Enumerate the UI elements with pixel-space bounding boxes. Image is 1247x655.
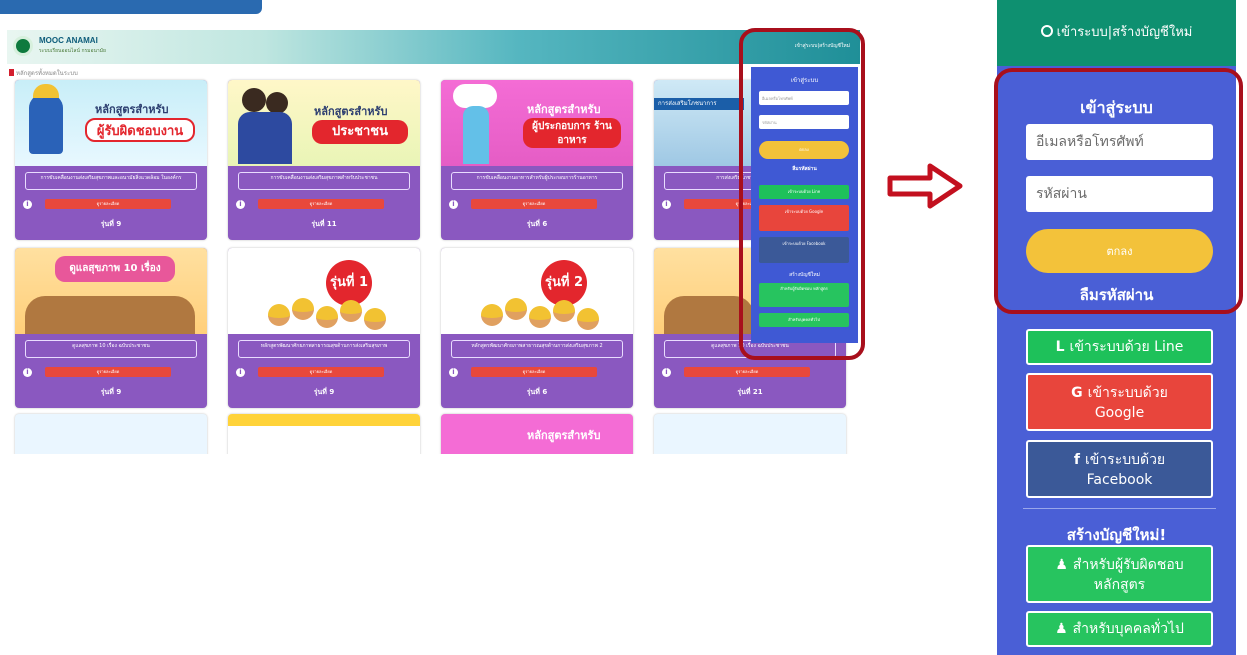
user-circle-icon (1040, 25, 1053, 37)
course-batch: รุ่นที่ 9 (100, 220, 122, 228)
info-icon[interactable]: i (662, 368, 671, 377)
info-icon[interactable]: i (449, 368, 458, 377)
course-card[interactable]: รุ่นที่ 1 หลักสูตรพัฒนาศักยภาพสาธารณสุขด… (228, 248, 420, 408)
divider (1023, 508, 1216, 509)
course-detail-button[interactable]: ดูรายละเอียด (45, 199, 171, 209)
info-icon[interactable]: i (236, 368, 245, 377)
course-image: หลักสูตรสำหรับ ผู้ประกอบการ ร้านอาหาร (441, 80, 633, 166)
course-batch: รุ่นที่ 21 (737, 388, 763, 396)
course-batch: รุ่นที่ 6 (526, 220, 548, 228)
course-detail-button[interactable]: ดูรายละเอียด (684, 367, 810, 377)
facebook-icon: f (1073, 452, 1080, 468)
person-illustration (266, 92, 288, 114)
chef-illustration (463, 106, 489, 164)
user-icon: ♟ (1055, 557, 1068, 573)
course-batch: รุ่นที่ 11 (311, 220, 337, 228)
course-card[interactable]: หลักสูตรสำหรับ ผู้รับผิดชอบงาน การขับเคล… (15, 80, 207, 240)
google-login-button[interactable]: G เข้าระบบด้วย Google (1026, 373, 1213, 431)
course-batch: รุ่นที่ 6 (526, 388, 548, 396)
facebook-login-button[interactable]: f เข้าระบบด้วย Facebook (1026, 440, 1213, 498)
info-icon[interactable]: i (236, 200, 245, 209)
person-illustration (242, 88, 266, 112)
create-account-heading: สร้างบัญชีใหม่! (1066, 526, 1167, 544)
course-title: การขับเคลื่อนงานส่งเสริมสุขภาพและอนามัยส… (25, 172, 197, 190)
line-login-button[interactable]: L เข้าระบบด้วย Line (1026, 329, 1213, 365)
worker-illustration (29, 94, 63, 154)
course-card[interactable]: รุ่นที่ 2 หลักสูตรพัฒนาศักยภาพสาธารณสุขด… (441, 248, 633, 408)
highlight-frame-large (994, 68, 1243, 314)
course-title: การขับเคลื่อนงานส่งเสริมสุขภาพสำหรับประช… (238, 172, 410, 190)
user-icon: ♟ (1055, 621, 1068, 637)
site-logo[interactable] (13, 36, 33, 56)
course-detail-button[interactable]: ดูรายละเอียด (258, 199, 384, 209)
course-title: หลักสูตรพัฒนาศักยภาพสาธารณสุขด้านการส่งเ… (238, 340, 410, 358)
course-batch: รุ่นที่ 9 (313, 388, 335, 396)
people-illustration (25, 296, 195, 334)
course-image: รุ่นที่ 1 (228, 248, 420, 334)
site-brand-subtitle: ระบบเรียนออนไลน์ กรมอนามัย (39, 48, 106, 54)
course-detail-button[interactable]: ดูรายละเอียด (471, 199, 597, 209)
course-title: หลักสูตรพัฒนาศักยภาพสาธารณสุขด้านการส่งเ… (451, 340, 623, 358)
course-detail-button[interactable]: ดูรายละเอียด (471, 367, 597, 377)
highlight-frame-small (739, 28, 865, 360)
creator-register-button[interactable]: ♟ สำหรับผู้รับผิดชอบ หลักสูตร (1026, 545, 1213, 603)
course-banner (228, 414, 420, 426)
course-detail-button[interactable]: ดูรายละเอียด (45, 367, 171, 377)
course-card[interactable] (654, 414, 846, 454)
person-body (238, 112, 292, 164)
website-screenshot: MOOC ANAMAI ระบบเรียนออนไลน์ กรมอนามัย เ… (7, 30, 860, 454)
breadcrumb: หลักสูตรทั้งหมดในระบบ (9, 68, 78, 78)
arrow-right-icon (887, 163, 963, 209)
course-detail-button[interactable]: ดูรายละเอียด (258, 367, 384, 377)
line-icon: L (1055, 339, 1065, 355)
course-card[interactable] (15, 414, 207, 454)
chef-hat-illustration (453, 84, 497, 108)
course-image: หลักสูตรสำหรับ ผู้รับผิดชอบงาน (15, 80, 207, 166)
info-icon[interactable]: i (23, 200, 32, 209)
course-card[interactable]: หลักสูตรสำหรับ ผู้ประกอบการ ร้านอาหาร กา… (441, 80, 633, 240)
course-card[interactable]: หลักสูตรสำหรับ (441, 414, 633, 454)
general-register-button[interactable]: ♟ สำหรับบุคคลทั่วไป (1026, 611, 1213, 647)
top-strip (0, 0, 262, 14)
info-icon[interactable]: i (23, 368, 32, 377)
course-card[interactable] (228, 414, 420, 454)
course-card[interactable]: ดูแลสุขภาพ 10 เรื่อง ดูแลสุขภาพ 10 เรื่อ… (15, 248, 207, 408)
site-brand: MOOC ANAMAI (39, 36, 98, 45)
login-register-header[interactable]: เข้าระบบ|สร้างบัญชีใหม่ (997, 0, 1236, 66)
course-image: หลักสูตรสำหรับ ประชาชน (228, 80, 420, 166)
google-icon: G (1071, 385, 1083, 401)
site-header: MOOC ANAMAI ระบบเรียนออนไลน์ กรมอนามัย (7, 30, 860, 64)
course-image: ดูแลสุขภาพ 10 เรื่อง (15, 248, 207, 334)
course-card[interactable]: หลักสูตรสำหรับ ประชาชน การขับเคลื่อนงานส… (228, 80, 420, 240)
course-title: ดูแลสุขภาพ 10 เรื่อง ฉบับประชาชน (25, 340, 197, 358)
info-icon[interactable]: i (662, 200, 671, 209)
course-title: การขับเคลื่อนงานอาหารสำหรับผู้ประกอบการร… (451, 172, 623, 190)
info-icon[interactable]: i (449, 200, 458, 209)
course-image: รุ่นที่ 2 (441, 248, 633, 334)
course-batch: รุ่นที่ 9 (100, 388, 122, 396)
helmet-illustration (33, 84, 59, 98)
